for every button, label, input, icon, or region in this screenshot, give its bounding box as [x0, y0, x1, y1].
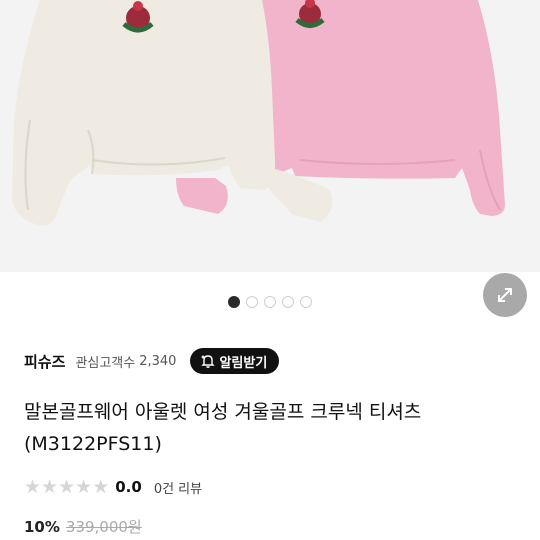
price-row: 10% 339,000원 — [24, 516, 142, 537]
carousel-dot[interactable] — [246, 296, 258, 308]
original-price: 339,000원 — [65, 518, 142, 536]
star-icon: ★ — [41, 475, 59, 498]
product-image[interactable] — [0, 0, 540, 272]
star-icon: ★ — [92, 475, 110, 498]
seller-row: 피슈즈 관심고객수 2,340 알림받기 — [24, 348, 280, 374]
alert-label: 알림받기 — [219, 355, 268, 371]
star-icon: ★ — [58, 475, 76, 498]
review-count[interactable]: 0건 리뷰 — [154, 478, 202, 497]
carousel-dots — [0, 296, 540, 308]
followers-label: 관심고객수 — [75, 355, 136, 371]
seller-name[interactable]: 피슈즈 — [24, 351, 65, 372]
expand-arrows-icon — [498, 288, 512, 302]
carousel-dot[interactable] — [300, 296, 312, 308]
followers-count: 2,340 — [139, 353, 177, 369]
rating-stars: ★ ★ ★ ★ ★ — [24, 475, 110, 498]
product-title: 말본골프웨어 아울렛 여성 겨울골프 크루넥 티셔츠 (M3122PFS11) — [24, 396, 524, 460]
star-icon: ★ — [75, 475, 93, 498]
discount-rate: 10% — [24, 518, 60, 536]
rating-row[interactable]: ★ ★ ★ ★ ★ 0.0 0건 리뷰 — [24, 476, 202, 498]
star-icon: ★ — [24, 475, 42, 498]
product-title-line1: 말본골프웨어 아울렛 여성 겨울골프 크루넥 티셔츠 — [24, 401, 422, 423]
carousel-dot[interactable] — [228, 296, 240, 308]
bell-plus-icon — [201, 355, 216, 368]
sweatshirts-photo — [0, 0, 540, 272]
carousel-dot[interactable] — [264, 296, 276, 308]
alert-subscribe-button[interactable]: 알림받기 — [190, 348, 280, 374]
carousel-dot[interactable] — [282, 296, 294, 308]
rating-value: 0.0 — [115, 478, 142, 496]
product-title-line2: (M3122PFS11) — [24, 433, 162, 455]
expand-image-button[interactable] — [483, 273, 527, 317]
